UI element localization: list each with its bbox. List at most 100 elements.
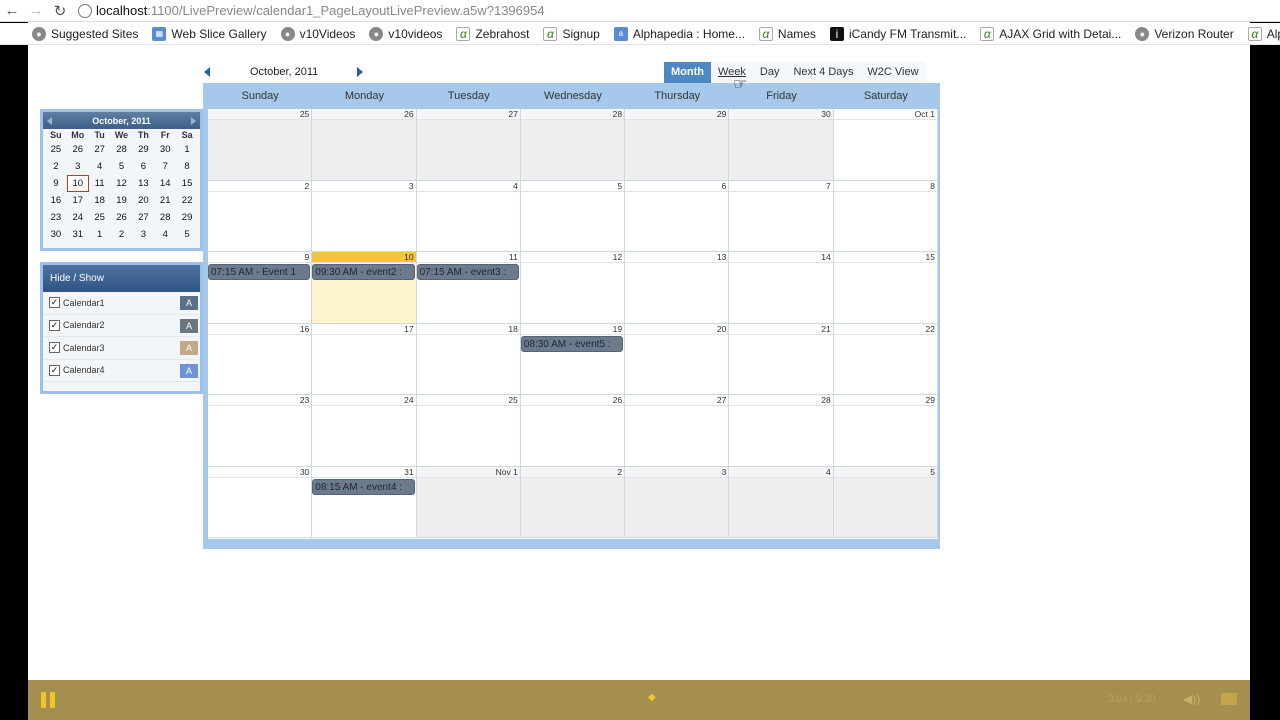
scrubber-handle-icon[interactable]: ◆ bbox=[648, 692, 656, 708]
mini-day[interactable]: 26 bbox=[67, 141, 89, 158]
day-cell[interactable]: 24 bbox=[312, 395, 417, 466]
day-cell[interactable]: 27 bbox=[625, 395, 730, 466]
day-number[interactable]: 11 bbox=[416, 252, 520, 263]
day-cell[interactable]: 29 bbox=[625, 109, 730, 180]
day-number[interactable]: 12 bbox=[520, 252, 625, 263]
pause-icon[interactable] bbox=[41, 692, 55, 708]
day-cell[interactable]: 6 bbox=[625, 180, 730, 251]
day-cell[interactable]: 26 bbox=[520, 395, 626, 466]
mini-next-month-icon[interactable] bbox=[190, 116, 196, 125]
day-cell[interactable]: 16 bbox=[208, 323, 313, 394]
mini-day[interactable]: 23 bbox=[45, 209, 67, 226]
day-cell[interactable]: 28 bbox=[729, 395, 834, 466]
day-number[interactable]: 27 bbox=[625, 395, 729, 406]
hide-show-header[interactable]: Hide / Show bbox=[43, 265, 200, 292]
mini-day[interactable]: 27 bbox=[89, 141, 111, 158]
mini-day[interactable]: 25 bbox=[89, 209, 111, 226]
mini-day[interactable]: 1 bbox=[176, 141, 198, 158]
day-number[interactable]: 17 bbox=[312, 323, 416, 335]
mini-day[interactable]: 9 bbox=[45, 175, 67, 192]
day-cell[interactable]: 30 bbox=[729, 109, 834, 180]
calendar-checkbox[interactable]: ✓ bbox=[49, 364, 60, 376]
mini-day[interactable]: 21 bbox=[154, 192, 176, 209]
bookmark-item[interactable]: α Signup bbox=[543, 26, 600, 41]
mini-day[interactable]: 3 bbox=[132, 226, 154, 243]
mini-day[interactable]: 16 bbox=[45, 192, 67, 209]
tab-day[interactable]: Day bbox=[752, 62, 787, 83]
forward-icon[interactable]: → bbox=[24, 0, 48, 22]
calendar-color-swatch[interactable]: A bbox=[180, 318, 198, 333]
volume-icon[interactable]: ◀)) bbox=[1183, 692, 1200, 706]
bookmark-item[interactable]: ▦ Web Slice Gallery bbox=[152, 26, 267, 41]
bookmark-item[interactable]: i iCandy FM Transmit... bbox=[829, 26, 966, 41]
day-cell[interactable]: 31 08:15 AM - event4 : bbox=[312, 466, 417, 537]
day-number[interactable]: 29 bbox=[625, 109, 729, 120]
mini-day[interactable]: 13 bbox=[132, 175, 154, 192]
day-number[interactable]: 18 bbox=[416, 323, 520, 335]
day-cell[interactable]: 8 bbox=[833, 180, 938, 251]
mini-day[interactable]: 29 bbox=[132, 141, 154, 158]
bookmark-item[interactable]: α AJAX Grid with Detai... bbox=[980, 26, 1121, 41]
day-cell[interactable]: Nov 1 bbox=[416, 466, 521, 537]
bookmark-item[interactable]: α Zebrahost bbox=[456, 26, 529, 41]
day-cell[interactable]: 30 bbox=[208, 466, 313, 537]
mini-day[interactable]: 27 bbox=[132, 209, 154, 226]
mini-day[interactable]: 20 bbox=[132, 192, 154, 209]
bookmark-item[interactable]: ● Suggested Sites bbox=[32, 26, 138, 41]
calendar-checkbox[interactable]: ✓ bbox=[49, 342, 60, 354]
day-cell[interactable]: 2 bbox=[520, 466, 626, 537]
day-cell[interactable]: 26 bbox=[312, 109, 417, 180]
day-number[interactable]: 13 bbox=[625, 252, 729, 263]
day-cell[interactable]: 7 bbox=[729, 180, 834, 251]
mini-day[interactable]: 30 bbox=[154, 141, 176, 158]
day-number[interactable]: 14 bbox=[729, 252, 833, 263]
day-number[interactable]: 25 bbox=[416, 395, 520, 406]
tab-month[interactable]: Month bbox=[664, 62, 711, 83]
day-number[interactable]: 7 bbox=[729, 180, 833, 192]
day-cell[interactable]: 2 bbox=[208, 180, 313, 251]
bookmark-item[interactable]: ● v10Videos bbox=[280, 26, 355, 41]
mini-day[interactable]: 11 bbox=[89, 175, 111, 192]
url-field[interactable]: localhost:1100/LivePreview/calendar1_Pag… bbox=[78, 3, 545, 18]
day-number[interactable]: 16 bbox=[208, 323, 312, 335]
prev-month-icon[interactable] bbox=[204, 67, 210, 77]
mini-day[interactable]: 17 bbox=[67, 192, 89, 209]
day-cell[interactable]: 5 bbox=[520, 180, 626, 251]
day-cell[interactable]: 3 bbox=[625, 466, 730, 537]
mini-day[interactable]: 24 bbox=[67, 209, 89, 226]
day-cell[interactable]: 18 bbox=[416, 323, 521, 394]
mini-day[interactable]: 22 bbox=[176, 192, 198, 209]
day-cell[interactable]: 20 bbox=[625, 323, 730, 394]
mini-day[interactable]: 18 bbox=[89, 192, 111, 209]
day-number[interactable]: 30 bbox=[729, 109, 833, 120]
day-number[interactable]: 19 bbox=[520, 323, 625, 335]
day-cell[interactable]: 4 bbox=[729, 466, 834, 537]
day-number[interactable]: 31 bbox=[312, 466, 416, 478]
tab-next-4-days[interactable]: Next 4 Days bbox=[786, 62, 861, 83]
back-icon[interactable]: ← bbox=[0, 0, 24, 22]
mini-day[interactable]: 29 bbox=[176, 209, 198, 226]
day-cell[interactable]: 4 bbox=[416, 180, 521, 251]
mini-day[interactable]: 8 bbox=[176, 158, 198, 175]
day-number[interactable]: Nov 1 bbox=[416, 466, 520, 478]
day-number[interactable]: 4 bbox=[729, 466, 833, 478]
mini-day[interactable]: 2 bbox=[45, 158, 67, 175]
mini-day[interactable]: 30 bbox=[45, 226, 67, 243]
mini-day[interactable]: 2 bbox=[111, 226, 133, 243]
day-number[interactable]: 30 bbox=[208, 466, 312, 478]
day-number[interactable]: 2 bbox=[520, 466, 625, 478]
bookmark-item[interactable]: ● v10videos bbox=[369, 26, 442, 41]
mini-day[interactable]: 7 bbox=[154, 158, 176, 175]
bookmark-item[interactable]: ● Verizon Router bbox=[1135, 26, 1234, 41]
day-number[interactable]: 6 bbox=[625, 180, 729, 192]
mini-day[interactable]: 5 bbox=[176, 226, 198, 243]
mini-day[interactable]: 19 bbox=[111, 192, 133, 209]
day-cell[interactable]: 27 bbox=[416, 109, 521, 180]
day-number[interactable]: 3 bbox=[625, 466, 729, 478]
mini-day[interactable]: 14 bbox=[154, 175, 176, 192]
day-cell[interactable]: 14 bbox=[729, 252, 834, 323]
mini-day[interactable]: 3 bbox=[67, 158, 89, 175]
day-cell[interactable]: 25 bbox=[208, 109, 313, 180]
day-number[interactable]: 29 bbox=[833, 395, 937, 406]
mini-day[interactable]: 28 bbox=[111, 141, 133, 158]
